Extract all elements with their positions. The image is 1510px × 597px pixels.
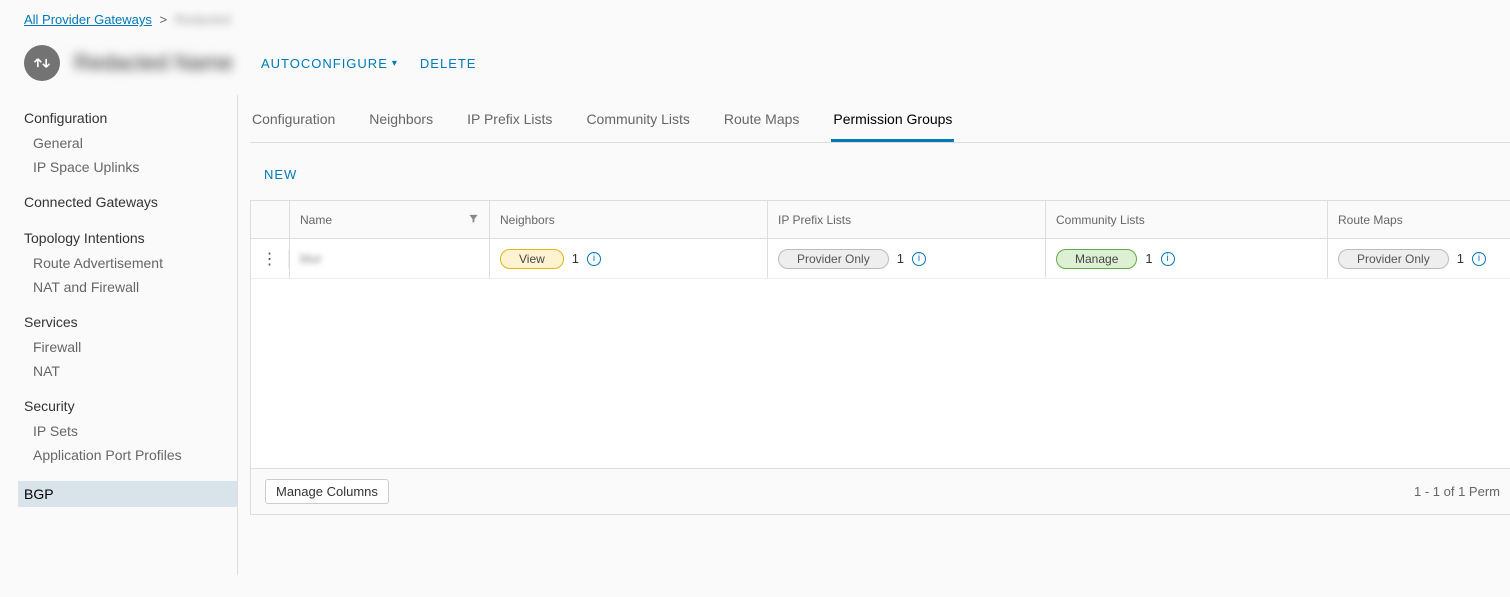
pager-text: 1 - 1 of 1 Perm [1414, 484, 1500, 499]
breadcrumb: All Provider Gateways > Redacted [24, 12, 1510, 27]
sidebar-item-route-advertisement[interactable]: Route Advertisement [24, 251, 237, 275]
column-header-community-lists[interactable]: Community Lists [1056, 213, 1145, 227]
breadcrumb-separator: > [160, 12, 168, 27]
info-icon[interactable]: i [1472, 252, 1486, 266]
prefix-badge: Provider Only [778, 249, 889, 269]
sidebar-item-firewall[interactable]: Firewall [24, 335, 237, 359]
sidebar-item-nat-and-firewall[interactable]: NAT and Firewall [24, 275, 237, 299]
tab-route-maps[interactable]: Route Maps [722, 111, 801, 142]
sidebar-item-bgp[interactable]: BGP [18, 481, 237, 507]
sidebar-item-app-port-profiles[interactable]: Application Port Profiles [24, 443, 237, 467]
manage-columns-button[interactable]: Manage Columns [265, 479, 389, 504]
tab-ip-prefix-lists[interactable]: IP Prefix Lists [465, 111, 554, 142]
tab-permission-groups[interactable]: Permission Groups [831, 111, 954, 142]
autoconfigure-button[interactable]: AUTOCONFIGURE ▾ [257, 50, 402, 77]
row-actions-icon[interactable]: ⋮ [262, 249, 278, 269]
tab-configuration[interactable]: Configuration [250, 111, 337, 142]
new-button[interactable]: NEW [264, 167, 297, 182]
data-grid: Name Neighbors IP Prefix Lists Community… [250, 200, 1510, 515]
sidebar-section-security[interactable]: Security [24, 393, 237, 419]
sidebar-item-general[interactable]: General [24, 131, 237, 155]
column-header-route-maps[interactable]: Route Maps [1338, 213, 1403, 227]
grid-header: Name Neighbors IP Prefix Lists Community… [251, 201, 1510, 239]
tabs: Configuration Neighbors IP Prefix Lists … [250, 95, 1510, 143]
sidebar-item-ip-sets[interactable]: IP Sets [24, 419, 237, 443]
sidebar-section-services[interactable]: Services [24, 309, 237, 335]
neighbors-badge: View [500, 249, 564, 269]
sidebar: Configuration General IP Space Uplinks C… [24, 95, 238, 575]
sidebar-section-topology-intentions[interactable]: Topology Intentions [24, 225, 237, 251]
info-icon[interactable]: i [912, 252, 926, 266]
tab-community-lists[interactable]: Community Lists [584, 111, 691, 142]
route-count: 1 [1457, 251, 1464, 266]
filter-icon[interactable] [468, 213, 479, 227]
table-row[interactable]: ⋮ blur View 1 i Provider Only 1 [251, 239, 1510, 279]
column-header-neighbors[interactable]: Neighbors [500, 213, 555, 227]
column-header-ip-prefix-lists[interactable]: IP Prefix Lists [778, 213, 851, 227]
chevron-down-icon: ▾ [392, 58, 398, 69]
community-count: 1 [1145, 251, 1152, 266]
sidebar-section-configuration[interactable]: Configuration [24, 105, 237, 131]
autoconfigure-label: AUTOCONFIGURE [261, 56, 388, 71]
community-badge: Manage [1056, 249, 1137, 269]
gateway-icon [24, 45, 60, 81]
info-icon[interactable]: i [1161, 252, 1175, 266]
sidebar-item-ip-space-uplinks[interactable]: IP Space Uplinks [24, 155, 237, 179]
breadcrumb-root-link[interactable]: All Provider Gateways [24, 12, 152, 27]
info-icon[interactable]: i [587, 252, 601, 266]
row-name: blur [300, 251, 322, 266]
sidebar-item-nat[interactable]: NAT [24, 359, 237, 383]
route-badge: Provider Only [1338, 249, 1449, 269]
delete-button[interactable]: DELETE [416, 50, 481, 77]
gateway-name: Redacted Name [74, 50, 233, 76]
column-header-name[interactable]: Name [300, 213, 460, 227]
sidebar-section-connected-gateways[interactable]: Connected Gateways [24, 189, 237, 215]
tab-neighbors[interactable]: Neighbors [367, 111, 435, 142]
prefix-count: 1 [897, 251, 904, 266]
neighbors-count: 1 [572, 251, 579, 266]
breadcrumb-current: Redacted [175, 12, 231, 27]
